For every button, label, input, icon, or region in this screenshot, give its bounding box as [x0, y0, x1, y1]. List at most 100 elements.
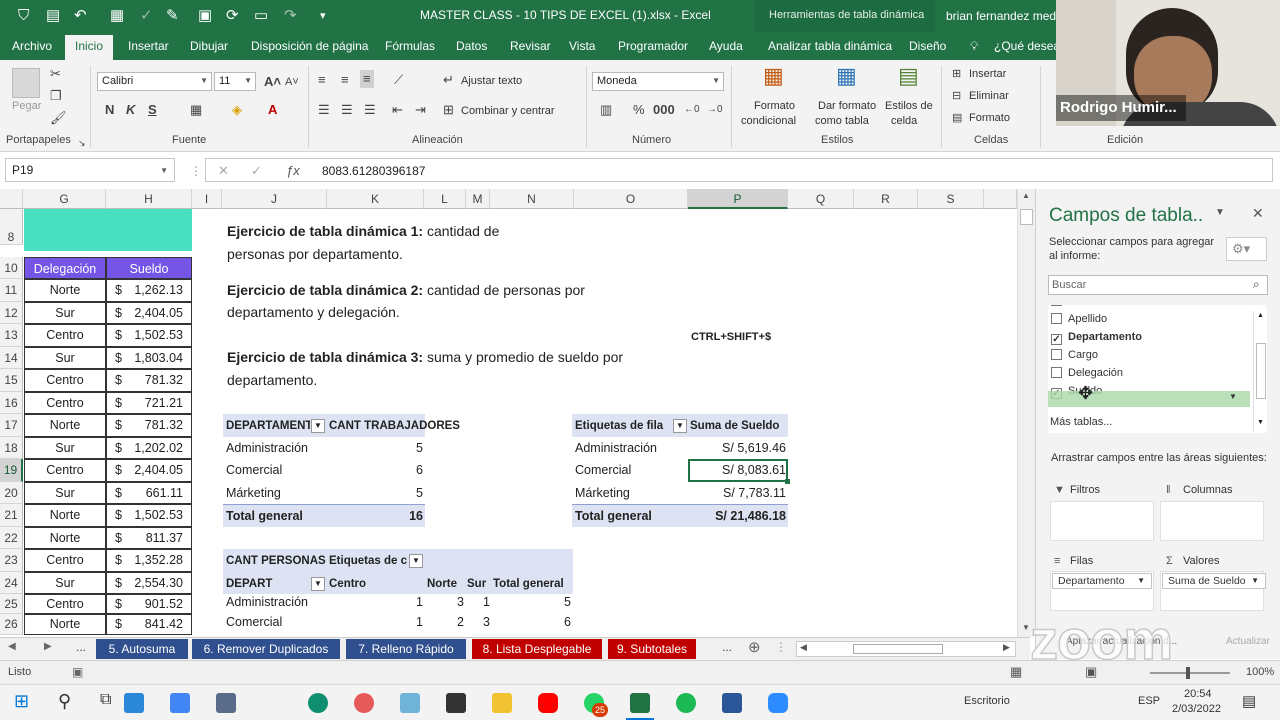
sheet-tab[interactable]: 7. Relleno Rápido: [346, 639, 466, 659]
tab-datos[interactable]: Datos: [456, 39, 487, 53]
align-left-icon[interactable]: ☰: [318, 102, 330, 118]
pivot3-cell-sur[interactable]: 3: [466, 611, 490, 633]
checkbox-icon[interactable]: ✓: [1051, 334, 1062, 345]
macro-record-icon[interactable]: ▣: [72, 665, 83, 679]
cell-delegacion[interactable]: Sur: [24, 437, 106, 459]
pivot3-cell-norte[interactable]: 2: [424, 611, 464, 633]
sheet-tab[interactable]: 6. Remover Duplicados: [192, 639, 340, 659]
merge-icon[interactable]: ⊞: [443, 102, 454, 118]
cell-delegacion[interactable]: Norte: [24, 527, 106, 549]
cell-sueldo[interactable]: $2,404.05: [106, 459, 192, 482]
search-icon[interactable]: ⚲: [58, 691, 71, 712]
row-header[interactable]: 18: [0, 437, 23, 459]
pivot1-row-label[interactable]: Administración: [226, 437, 308, 459]
tab-inicio[interactable]: Inicio: [65, 35, 114, 60]
number-format-select[interactable]: Moneda ▼: [592, 72, 724, 91]
cell-styles-label[interactable]: celda: [891, 115, 917, 127]
scroll-thumb[interactable]: [853, 644, 943, 654]
cell-delegacion[interactable]: Sur: [24, 572, 106, 594]
filter-dropdown-icon[interactable]: ▼: [673, 419, 687, 433]
cell-sueldo[interactable]: $781.32: [106, 369, 192, 392]
field-list-scrollbar[interactable]: ▲ ▼: [1253, 311, 1267, 431]
sticky-notes-icon[interactable]: [446, 693, 466, 713]
pivot1-row-label[interactable]: Márketing: [226, 482, 281, 504]
next-sheet-icon[interactable]: ▶: [44, 641, 52, 652]
orientation-icon[interactable]: ⟋: [394, 72, 403, 88]
row-header[interactable]: 15: [0, 369, 23, 392]
app-icon[interactable]: [400, 693, 420, 713]
column-header[interactable]: L: [424, 189, 466, 209]
language-indicator[interactable]: ESP: [1138, 695, 1160, 707]
file-explorer-icon[interactable]: [492, 693, 512, 713]
cut-icon[interactable]: ✂: [50, 66, 61, 82]
add-sheet-icon[interactable]: ⊕: [748, 638, 761, 656]
fill-color-icon[interactable]: ◈: [232, 102, 242, 118]
row-header[interactable]: 14: [0, 347, 23, 369]
row-header[interactable]: 22: [0, 527, 23, 549]
font-name-select[interactable]: Calibri ▼: [97, 72, 212, 91]
notifications-icon[interactable]: ▤: [1242, 692, 1256, 710]
cell-sueldo[interactable]: $1,803.04: [106, 347, 192, 369]
format-as-table-label[interactable]: como tabla: [815, 115, 869, 127]
align-middle-icon[interactable]: ≡: [341, 72, 349, 88]
tab-analizar[interactable]: Analizar tabla dinámica: [768, 39, 892, 53]
windows-start-icon[interactable]: ⊞: [14, 691, 29, 712]
wrap-text-icon[interactable]: ↵: [443, 72, 454, 88]
scroll-up-icon[interactable]: ▲: [1257, 312, 1264, 319]
row-header[interactable]: 25: [0, 594, 23, 614]
row-header[interactable]: 10: [0, 257, 23, 279]
pivot3-cell-sur[interactable]: 1: [466, 591, 490, 613]
pivot1-row-value[interactable]: 5: [380, 437, 423, 459]
close-icon[interactable]: ✕: [1252, 205, 1264, 222]
tab-ayuda[interactable]: Ayuda: [709, 39, 743, 53]
cell-sueldo[interactable]: $2,554.30: [106, 572, 192, 594]
decrease-decimal-icon[interactable]: →0: [707, 102, 723, 118]
filter-dropdown-icon[interactable]: ▼: [409, 554, 423, 568]
grow-font-icon[interactable]: A˄: [264, 74, 281, 90]
cell-delegacion[interactable]: Norte: [24, 504, 106, 527]
pivot3-cell-total[interactable]: 5: [490, 591, 571, 613]
cell-sueldo[interactable]: $841.42: [106, 614, 192, 635]
row-header[interactable]: 21: [0, 504, 23, 527]
rows-field-pill[interactable]: Departamento ▼: [1052, 573, 1152, 589]
more-sheets-left[interactable]: ...: [76, 640, 86, 654]
filters-drop-area[interactable]: [1050, 501, 1154, 541]
more-sheets-right[interactable]: ...: [722, 640, 732, 654]
column-header[interactable]: N: [490, 189, 574, 209]
pivot1-row-value[interactable]: 6: [380, 459, 423, 481]
values-field-pill[interactable]: Suma de Sueldo ▼: [1162, 573, 1266, 589]
row-header[interactable]: 23: [0, 549, 23, 572]
cell-delegacion[interactable]: Centro: [24, 392, 106, 414]
borders-icon[interactable]: ▦: [190, 102, 202, 118]
cell-delegacion[interactable]: Centro: [24, 594, 106, 614]
tab-dibujar[interactable]: Dibujar: [190, 39, 228, 53]
tab-vista[interactable]: Vista: [569, 39, 595, 53]
merge-center-button[interactable]: Combinar y centrar: [461, 105, 555, 117]
word-icon[interactable]: [722, 693, 742, 713]
cell-sueldo[interactable]: $1,202.02: [106, 437, 192, 459]
desktop-toolbar[interactable]: Escritorio: [964, 695, 1010, 707]
italic-icon[interactable]: K: [126, 102, 135, 118]
comma-style-icon[interactable]: 000: [653, 102, 675, 118]
cancel-icon[interactable]: ✕: [218, 163, 229, 179]
field-item[interactable]: ✓ Departamento: [1051, 331, 1142, 345]
column-header[interactable]: K: [327, 189, 424, 209]
field-item[interactable]: Nombre: [1051, 305, 1107, 307]
filter-icon[interactable]: ⛉: [18, 7, 29, 25]
cell-delegacion[interactable]: Centro: [24, 459, 106, 482]
column-header-selected[interactable]: P: [688, 189, 788, 209]
increase-decimal-icon[interactable]: ←0: [684, 102, 700, 118]
decrease-indent-icon[interactable]: ⇤: [392, 102, 403, 118]
cell-sueldo[interactable]: $2,404.05: [106, 302, 192, 324]
cell-sueldo[interactable]: $781.32: [106, 414, 192, 437]
columns-drop-area[interactable]: [1160, 501, 1264, 541]
chrome-icon[interactable]: [170, 693, 190, 713]
conditional-format-label[interactable]: condicional: [741, 115, 796, 127]
pivot3-cell-centro[interactable]: 1: [380, 611, 423, 633]
percent-icon[interactable]: %: [633, 102, 645, 118]
selected-cell-P19[interactable]: [688, 459, 788, 482]
font-color-icon[interactable]: A: [268, 102, 277, 118]
align-center-icon[interactable]: ☰: [341, 102, 353, 118]
worksheet-grid[interactable]: G H I J K L M N O P Q R S 8 10 11 12 13 …: [0, 189, 1017, 635]
grid-icon[interactable]: ▣: [198, 7, 212, 25]
